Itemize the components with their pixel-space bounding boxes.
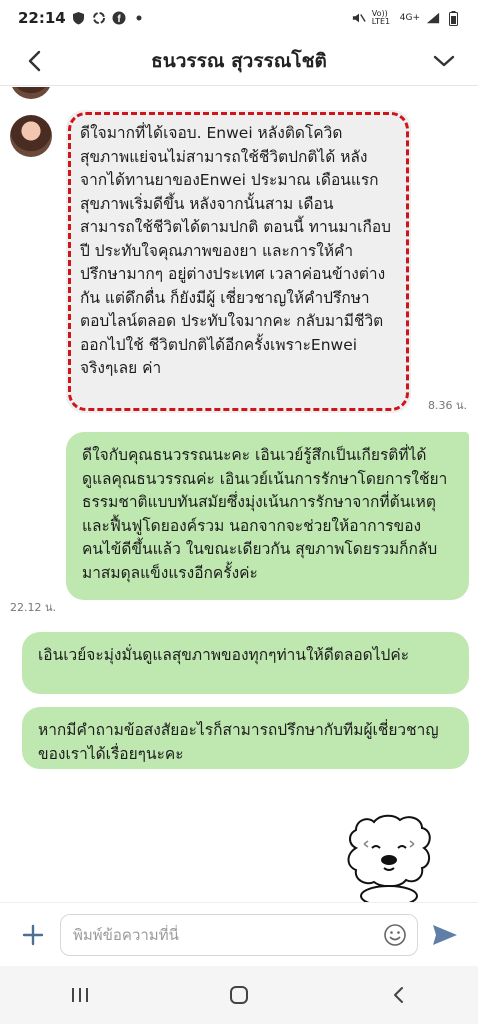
plus-icon[interactable]: [18, 920, 48, 950]
emoji-icon[interactable]: [383, 923, 407, 947]
dot-icon: [132, 11, 146, 25]
message-input-box[interactable]: [60, 913, 418, 956]
chevron-left-icon[interactable]: [20, 47, 48, 75]
signal-icon: [426, 11, 440, 25]
message-bubble-outgoing[interactable]: ดีใจกับคุณธนวรรณนะคะ เอินเวย์รู้สึกเป็นเ…: [66, 432, 469, 600]
chat-header: ธนวรรณ สุวรรณโชติ: [0, 36, 478, 86]
signal-label: 4G+: [399, 13, 420, 23]
recent-apps-icon[interactable]: [60, 975, 100, 1015]
avatar[interactable]: [10, 115, 52, 157]
message-time: 22.12 น.: [10, 601, 57, 614]
message-text: หากมีคำถามข้อสงสัยอะไรก็สามารถปรึกษากับท…: [38, 721, 439, 763]
send-icon[interactable]: [430, 920, 460, 950]
message-bubble-incoming[interactable]: ดีใจมากที่ได้เจอบ. Enwei หลังติดโควิด สุ…: [66, 110, 411, 413]
chat-area[interactable]: ดีใจมากที่ได้เจอบ. Enwei หลังติดโควิด สุ…: [0, 87, 478, 902]
status-bar: 22:14 f Vo)) LTE1 4G+: [0, 0, 478, 36]
facebook-icon: f: [112, 11, 126, 25]
message-text: ดีใจกับคุณธนวรรณนะคะ เอินเวย์รู้สึกเป็นเ…: [82, 446, 448, 582]
network-label: Vo)) LTE1: [371, 9, 391, 26]
message-bubble-outgoing[interactable]: เอินเวย์จะมุ่งมั่นดูแลสุขภาพของทุกๆท่านใ…: [22, 632, 469, 694]
system-nav-bar: [0, 966, 478, 1024]
chat-title: ธนวรรณ สุวรรณโชติ: [151, 49, 327, 72]
shield-icon: [72, 11, 86, 25]
home-icon[interactable]: [219, 975, 259, 1015]
message-text: เอินเวย์จะมุ่งมั่นดูแลสุขภาพของทุกๆท่านใ…: [38, 646, 410, 664]
avatar[interactable]: [10, 87, 52, 99]
message-input[interactable]: [71, 924, 377, 945]
message-text: ดีใจมากที่ได้เจอบ. Enwei หลังติดโควิด สุ…: [80, 124, 391, 377]
status-time: 22:14: [18, 9, 66, 27]
mute-icon: [352, 11, 366, 25]
message-time: 8.36 น.: [428, 399, 468, 412]
status-left: 22:14 f: [18, 9, 146, 27]
sticker-image[interactable]: [342, 814, 436, 902]
chevron-down-icon[interactable]: [430, 47, 458, 75]
status-right: Vo)) LTE1 4G+: [352, 10, 460, 26]
composer-bar: [0, 902, 478, 966]
message-bubble-outgoing[interactable]: หากมีคำถามข้อสงสัยอะไรก็สามารถปรึกษากับท…: [22, 707, 469, 769]
battery-icon: [446, 10, 460, 26]
back-nav-icon[interactable]: [378, 975, 418, 1015]
recycle-icon: [92, 11, 106, 25]
